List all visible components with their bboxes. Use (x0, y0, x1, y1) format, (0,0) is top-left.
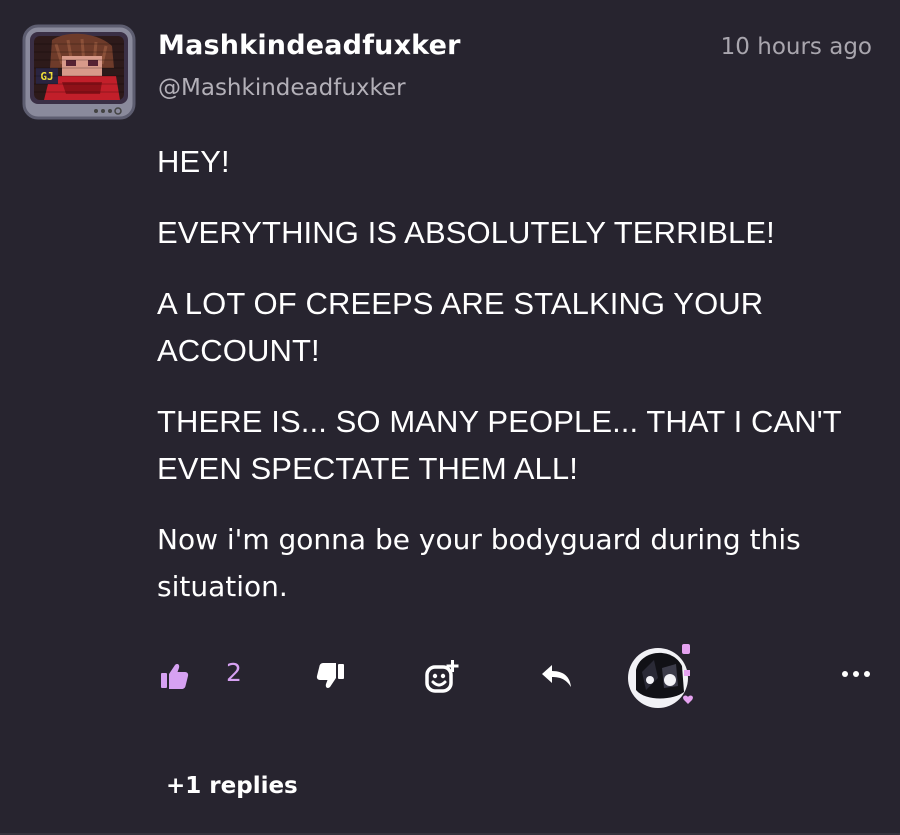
reply-arrow-icon (542, 665, 571, 687)
tv-avatar-icon: GJ (22, 24, 136, 120)
comment-card: GJ Mashkindeadfuxker @Mashkindeadfuxker … (0, 0, 900, 835)
author-handle[interactable]: @Mashkindeadfuxker (158, 75, 406, 101)
thumbs-up-icon (161, 664, 189, 689)
comment-action-bar: 2 (0, 636, 900, 716)
comment-paragraph: HEY! (157, 144, 230, 179)
dislike-button[interactable] (313, 660, 349, 692)
comment-timestamp[interactable]: 10 hours ago (721, 34, 872, 60)
author-avatar[interactable]: GJ (22, 24, 136, 120)
view-replies-link[interactable]: +1 replies (166, 773, 298, 799)
more-options-button[interactable] (836, 664, 876, 684)
like-count: 2 (226, 658, 242, 687)
thumbs-down-icon (316, 663, 344, 688)
comment-paragraph: Now i'm gonna be your bodyguard during t… (157, 523, 801, 603)
comment-paragraph: A LOT OF CREEPS ARE STALKING YOUR ACCOUN… (157, 286, 764, 368)
reactor-avatar[interactable] (626, 640, 698, 712)
comment-body: HEY! EVERYTHING IS ABSOLUTELY TERRIBLE! … (157, 138, 877, 634)
more-dots-icon (842, 671, 870, 677)
like-button[interactable] (156, 660, 192, 692)
reply-button[interactable] (538, 662, 576, 690)
comment-paragraph: EVERYTHING IS ABSOLUTELY TERRIBLE! (157, 215, 775, 250)
add-reaction-icon (425, 660, 459, 693)
comment-paragraph: THERE IS... SO MANY PEOPLE... THAT I CAN… (157, 404, 842, 486)
reactor-avatar-icon (628, 644, 693, 708)
author-display-name[interactable]: Mashkindeadfuxker (158, 30, 461, 61)
add-reaction-button[interactable] (423, 658, 463, 696)
